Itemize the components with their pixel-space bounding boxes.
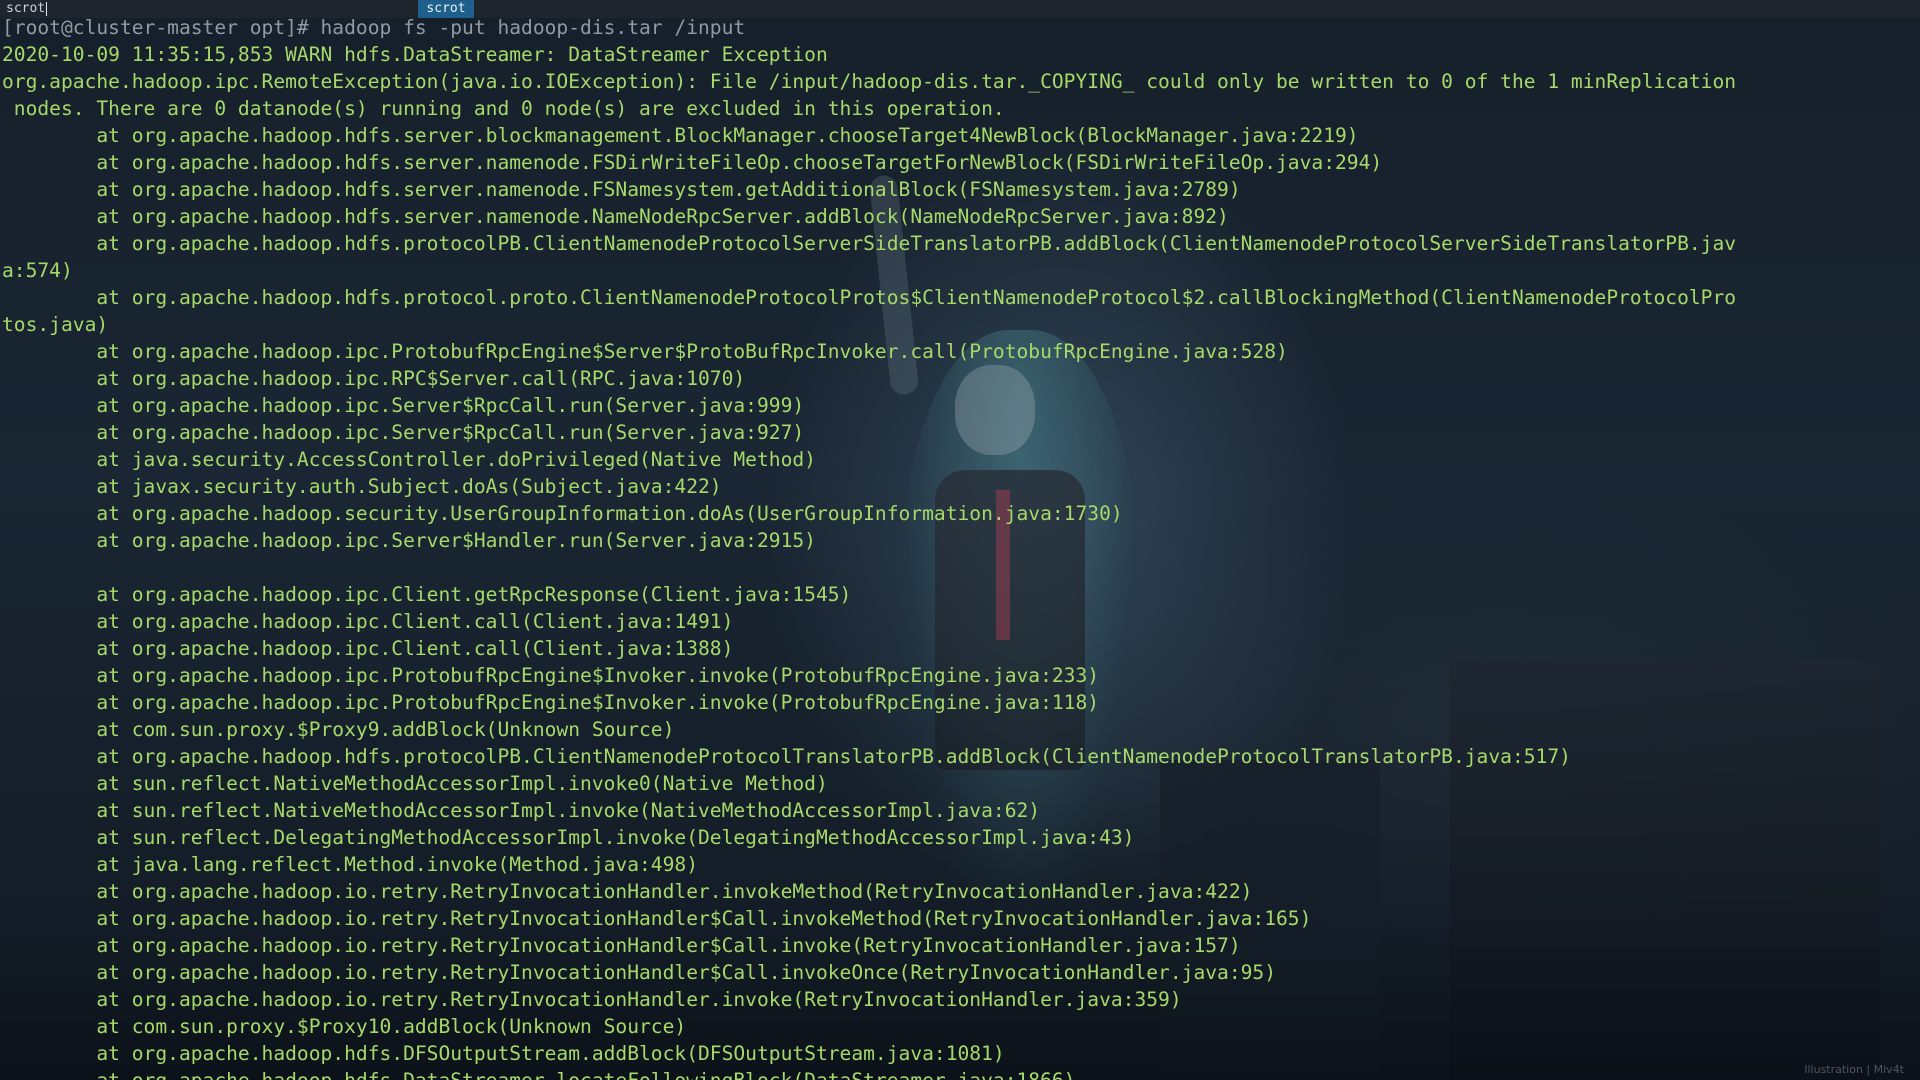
terminal-line: at org.apache.hadoop.ipc.Server$Handler.… [2,529,816,552]
terminal-line: at java.lang.reflect.Method.invoke(Metho… [2,853,698,876]
terminal-line: at org.apache.hadoop.hdfs.protocolPB.Cli… [2,745,1571,768]
terminal-output: [root@cluster-master opt]# hadoop fs -pu… [2,18,1918,1080]
terminal-line: at java.security.AccessController.doPriv… [2,448,816,471]
terminal-line: at org.apache.hadoop.hdfs.server.namenod… [2,151,1383,174]
terminal-line: tos.java) [2,313,109,336]
terminal-line: nodes. There are 0 datanode(s) running a… [2,97,1005,120]
terminal-line: at org.apache.hadoop.io.retry.RetryInvoc… [2,934,1241,957]
terminal-line: at org.apache.hadoop.hdfs.protocolPB.Cli… [2,232,1737,255]
terminal-line: at org.apache.hadoop.ipc.ProtobufRpcEngi… [2,340,1288,363]
terminal-line: at org.apache.hadoop.ipc.Client.call(Cli… [2,610,734,633]
terminal-command-line: [root@cluster-master opt]# hadoop fs -pu… [2,18,746,39]
terminal-line: at org.apache.hadoop.ipc.Client.call(Cli… [2,637,734,660]
terminal-line: at sun.reflect.NativeMethodAccessorImpl.… [2,799,1041,822]
terminal-line: at org.apache.hadoop.hdfs.DataStreamer.l… [2,1067,1918,1080]
terminal-line: at org.apache.hadoop.ipc.Server$RpcCall.… [2,394,805,417]
terminal-line: at org.apache.hadoop.io.retry.RetryInvoc… [2,961,1277,984]
terminal-line: at org.apache.hadoop.io.retry.RetryInvoc… [2,988,1182,1011]
window-tab-scrot[interactable]: scrot [418,0,474,18]
terminal-line: at org.apache.hadoop.security.UserGroupI… [2,502,1123,525]
terminal-line: at org.apache.hadoop.io.retry.RetryInvoc… [2,880,1253,903]
terminal-line: at com.sun.proxy.$Proxy10.addBlock(Unkno… [2,1015,687,1038]
terminal-line: at javax.security.auth.Subject.doAs(Subj… [2,475,722,498]
terminal-line: at org.apache.hadoop.ipc.RPC$Server.call… [2,367,746,390]
terminal-line: at org.apache.hadoop.ipc.ProtobufRpcEngi… [2,664,1100,687]
terminal-line: at org.apache.hadoop.ipc.Server$RpcCall.… [2,421,805,444]
terminal-window[interactable]: [root@cluster-master opt]# hadoop fs -pu… [0,18,1920,1080]
terminal-line: at org.apache.hadoop.ipc.Client.getRpcRe… [2,583,852,606]
text-caret [46,2,47,16]
terminal-line: at sun.reflect.DelegatingMethodAccessorI… [2,826,1135,849]
desktop-screen: Illustration | Miv4t scrot [root@cluster… [0,0,1920,1080]
terminal-line: 2020-10-09 11:35:15,853 WARN hdfs.DataSt… [2,43,828,66]
terminal-line: at org.apache.hadoop.ipc.ProtobufRpcEngi… [2,691,1100,714]
terminal-line: at org.apache.hadoop.hdfs.server.blockma… [2,124,1359,147]
terminal-line: at org.apache.hadoop.hdfs.server.namenod… [2,178,1241,201]
terminal-line: at org.apache.hadoop.io.retry.RetryInvoc… [2,907,1312,930]
terminal-line: a:574) [2,259,73,282]
terminal-line: at org.apache.hadoop.hdfs.server.namenod… [2,205,1229,228]
terminal-line: at com.sun.proxy.$Proxy9.addBlock(Unknow… [2,718,675,741]
terminal-line: at sun.reflect.NativeMethodAccessorImpl.… [2,772,828,795]
top-bar: scrot [0,0,1920,18]
terminal-line: at org.apache.hadoop.hdfs.protocol.proto… [2,286,1737,309]
terminal-line: org.apache.hadoop.ipc.RemoteException(ja… [2,70,1737,93]
terminal-line: at org.apache.hadoop.hdfs.DFSOutputStrea… [2,1042,1005,1065]
launcher-input[interactable] [6,1,406,17]
